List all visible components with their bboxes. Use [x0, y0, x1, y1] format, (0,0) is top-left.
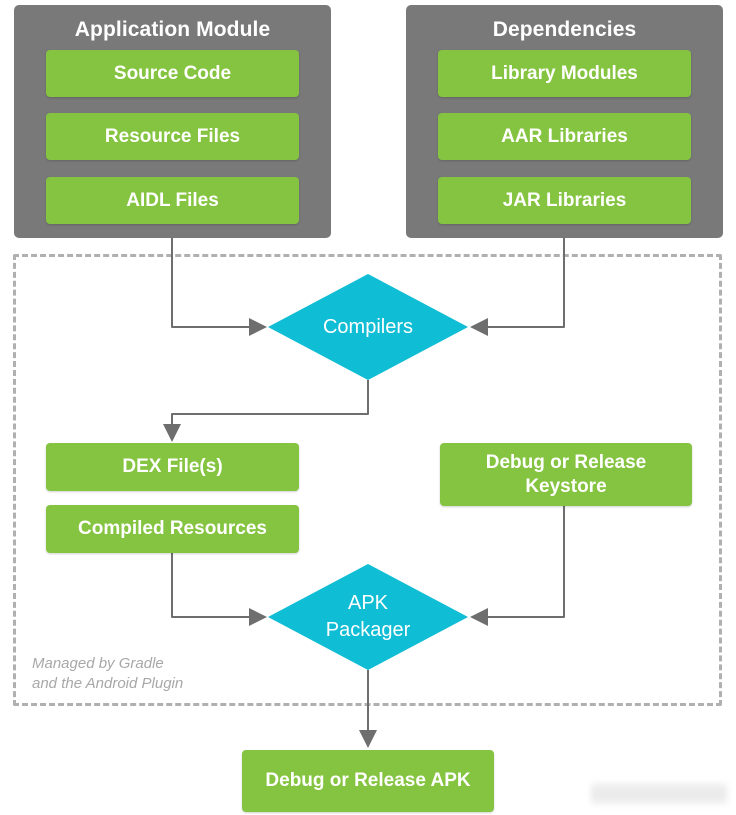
item-source-code: Source Code [46, 50, 299, 97]
group-title-application-module: Application Module [74, 18, 271, 41]
blurred-watermark [591, 782, 727, 804]
item-aar-libraries: AAR Libraries [438, 113, 691, 160]
artifact-output-apk: Debug or Release APK [242, 750, 494, 812]
artifact-dex-files: DEX File(s) [46, 443, 299, 491]
diamond-shape-apk-packager [268, 564, 468, 670]
artifact-keystore: Debug or Release Keystore [440, 443, 692, 506]
process-apk-packager: APK Packager [268, 564, 468, 670]
process-compilers: Compilers [268, 274, 468, 380]
diamond-shape-compilers [268, 274, 468, 380]
item-resource-files: Resource Files [46, 113, 299, 160]
item-aidl-files: AIDL Files [46, 177, 299, 224]
artifact-compiled-resources: Compiled Resources [46, 505, 299, 553]
gradle-managed-note: Managed by Gradle and the Android Plugin [32, 655, 184, 692]
group-title-dependencies: Dependencies [492, 18, 637, 41]
item-jar-libraries: JAR Libraries [438, 177, 691, 224]
android-build-process-diagram: Application Module Source Code Resource … [0, 0, 736, 815]
item-library-modules: Library Modules [438, 50, 691, 97]
